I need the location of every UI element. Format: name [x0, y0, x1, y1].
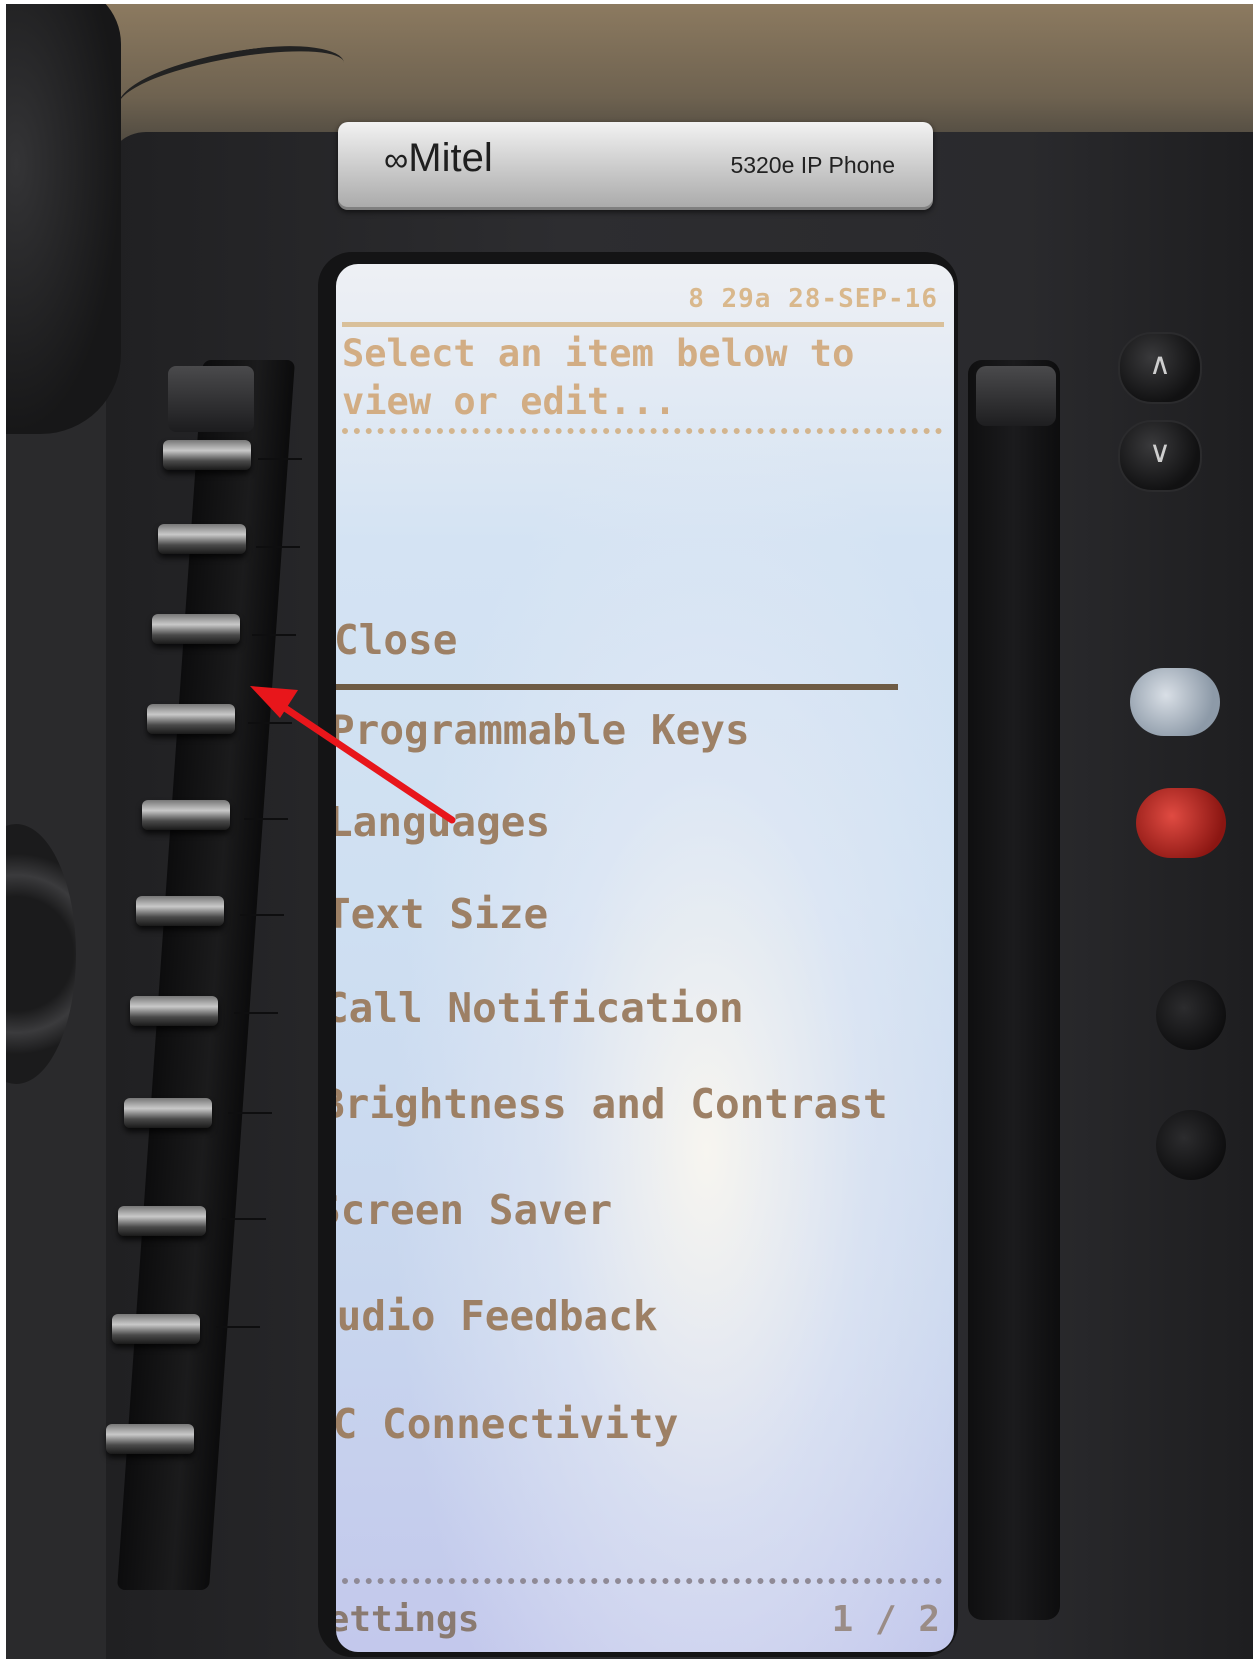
model-label-plate: ∞ Mitel 5320e IP Phone	[338, 122, 933, 210]
display-screen: 8 29a 28-SEP-16 Select an item below to …	[336, 264, 954, 1652]
cable	[112, 36, 350, 134]
page-indicator: 1 / 2	[831, 1599, 940, 1640]
footer-title: Settings	[336, 1599, 480, 1640]
chevron-down-icon: ∨	[1149, 435, 1171, 470]
dotted-divider	[342, 428, 942, 434]
key-divider	[222, 1218, 266, 1220]
hang-up-button[interactable]	[1136, 788, 1226, 858]
key-divider	[228, 1112, 272, 1114]
programmable-key-3[interactable]	[152, 614, 240, 644]
key-divider	[252, 634, 296, 636]
scroll-down-button[interactable]: ∨	[1118, 420, 1202, 492]
programmable-key-8[interactable]	[124, 1098, 212, 1128]
handset	[6, 4, 121, 434]
key-divider	[234, 1012, 278, 1014]
key-divider	[240, 914, 284, 916]
programmable-key-7[interactable]	[130, 996, 218, 1026]
chevron-up-icon: ∧	[1149, 347, 1171, 382]
menu-item-screen-saver[interactable]: Screen Saver	[336, 1186, 612, 1234]
scroll-up-button[interactable]: ∧	[1118, 332, 1202, 404]
close-divider	[336, 684, 898, 690]
menu-item-brightness-contrast[interactable]: Brightness and Contrast	[336, 1080, 888, 1128]
speaker-grille	[6, 824, 76, 1084]
key-divider	[258, 458, 302, 460]
programmable-key-2[interactable]	[158, 524, 246, 554]
programmable-key-6[interactable]	[136, 896, 224, 926]
programmable-key-4[interactable]	[147, 704, 235, 734]
conference-button[interactable]	[1130, 668, 1220, 736]
menu-item-programmable-keys[interactable]: Programmable Keys	[336, 706, 750, 754]
programmable-key-5[interactable]	[142, 800, 230, 830]
side-button[interactable]	[1156, 1110, 1226, 1180]
menu-item-close[interactable]: Close	[336, 616, 457, 664]
programmable-key-1[interactable]	[163, 440, 251, 470]
clock-date: 8 29a 28-SEP-16	[688, 284, 938, 314]
programmable-key-10[interactable]	[112, 1314, 200, 1344]
menu-prompt: Select an item below to view or edit...	[342, 332, 855, 423]
right-key-strip	[968, 360, 1060, 1620]
programmable-key-11[interactable]	[106, 1424, 194, 1454]
mitel-logo-icon: ∞	[384, 141, 408, 179]
key-divider	[216, 1326, 260, 1328]
right-key-strip-cap	[976, 366, 1056, 426]
menu-item-call-notification[interactable]: Call Notification	[336, 984, 744, 1032]
footer-dotted-divider	[342, 1578, 942, 1584]
key-divider	[244, 818, 288, 820]
header-rule	[342, 322, 944, 327]
key-divider	[256, 546, 300, 548]
model-name: 5320e IP Phone	[730, 152, 895, 178]
side-button[interactable]	[1156, 980, 1226, 1050]
left-key-strip-cap	[168, 366, 254, 432]
menu-item-audio-feedback[interactable]: Audio Feedback	[336, 1292, 658, 1340]
menu-item-pc-connectivity[interactable]: PC Connectivity	[336, 1400, 678, 1448]
programmable-key-9[interactable]	[118, 1206, 206, 1236]
brand-logo: ∞ Mitel	[384, 136, 493, 181]
key-divider	[248, 722, 292, 724]
brand-name: Mitel	[408, 136, 493, 180]
menu-item-languages[interactable]: Languages	[336, 798, 550, 846]
menu-item-text-size[interactable]: Text Size	[336, 890, 548, 938]
